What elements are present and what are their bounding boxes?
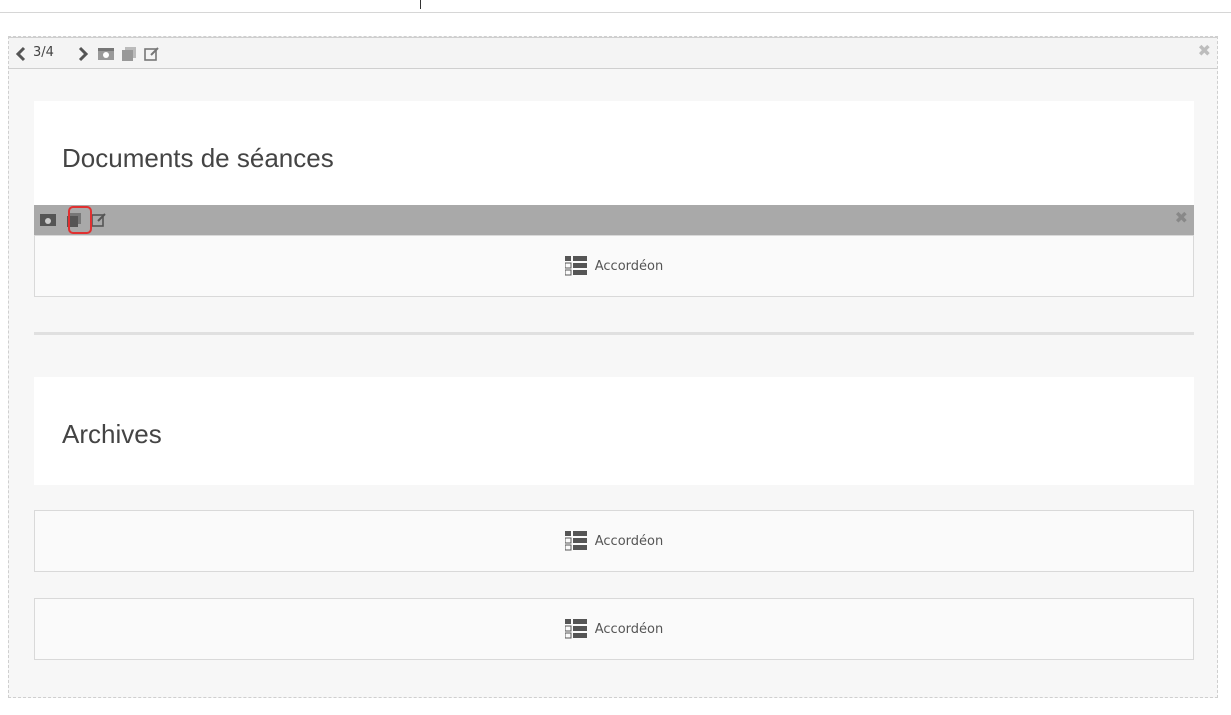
section-title: Archives (62, 419, 162, 449)
section-documents: Documents de séances (34, 101, 1194, 205)
divider (34, 332, 1194, 335)
close-icon[interactable]: ✖ (1175, 208, 1188, 227)
image-icon (40, 214, 56, 226)
image-button[interactable] (38, 205, 58, 235)
image-icon (98, 47, 114, 60)
widget-label: Accordéon (594, 621, 664, 637)
slide-toolbar: 3/4 ✖ (9, 37, 1217, 69)
accordion-icon (564, 256, 587, 276)
edit-icon (91, 213, 106, 227)
image-button[interactable] (95, 38, 117, 69)
accordion-icon (564, 531, 587, 551)
section-archives: Archives (34, 377, 1194, 485)
edit-button[interactable] (141, 38, 163, 69)
slide-container: 3/4 ✖ Documents de séances ✖ Accordéon A… (8, 36, 1218, 698)
accordion-widget[interactable]: Accordéon (34, 510, 1194, 572)
cursor-mark (420, 0, 421, 9)
copy-button[interactable] (119, 38, 139, 69)
highlight-box (68, 206, 92, 234)
accordion-widget[interactable]: Accordéon (34, 235, 1194, 297)
copy-icon (122, 46, 136, 61)
block-toolbar: ✖ (34, 205, 1194, 235)
widget-label: Accordéon (594, 258, 664, 274)
previous-slide-button[interactable] (13, 38, 29, 69)
accordion-widget[interactable]: Accordéon (34, 598, 1194, 660)
edit-icon (144, 46, 159, 61)
next-slide-button[interactable] (75, 38, 91, 69)
page-top-strip (0, 0, 1231, 13)
chevron-right-icon (78, 46, 89, 61)
accordion-icon (564, 619, 587, 639)
slide-counter: 3/4 (33, 45, 54, 60)
section-title: Documents de séances (62, 143, 334, 173)
widget-label: Accordéon (594, 533, 664, 549)
chevron-left-icon (15, 46, 26, 61)
close-icon[interactable]: ✖ (1198, 41, 1211, 60)
